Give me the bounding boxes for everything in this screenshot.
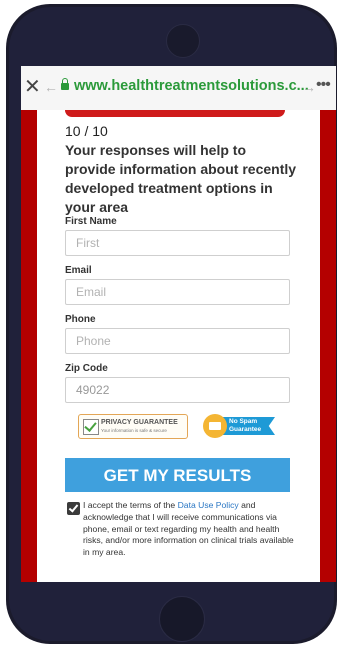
close-icon[interactable]: ✕ <box>24 77 41 97</box>
phone-screen: ✕ ← www.healthtreatmentsolutions.c... → … <box>21 66 336 582</box>
checkmark-icon <box>83 419 99 435</box>
no-spam-ribbon: No Spam Guarantee <box>223 417 275 435</box>
privacy-guarantee-subtitle: Your information is safe & secure <box>101 428 167 433</box>
back-arrow-icon[interactable]: ← <box>44 79 58 95</box>
page-side-border-left <box>21 110 37 582</box>
email-label: Email <box>65 265 92 276</box>
url-text[interactable]: www.healthtreatmentsolutions.c... <box>74 78 309 94</box>
lock-icon <box>61 78 69 90</box>
page-side-border-right <box>320 110 336 582</box>
phone-label: Phone <box>65 314 96 325</box>
privacy-guarantee-badge: PRIVACY GUARANTEE Your information is sa… <box>78 414 188 439</box>
forward-arrow-icon[interactable]: → <box>302 79 316 95</box>
more-icon[interactable]: ••• <box>316 76 331 94</box>
zip-code-label: Zip Code <box>65 363 108 374</box>
envelope-icon <box>209 422 221 430</box>
camera-icon <box>166 24 200 58</box>
zip-code-input[interactable] <box>65 377 290 403</box>
privacy-guarantee-title: PRIVACY GUARANTEE <box>101 419 178 426</box>
email-input[interactable] <box>65 279 290 305</box>
get-my-results-button[interactable]: GET MY RESULTS <box>65 458 290 492</box>
phone-input[interactable] <box>65 328 290 354</box>
progress-bar <box>65 110 285 117</box>
consent-text-before: I accept the terms of the <box>83 500 178 510</box>
first-name-label: First Name <box>65 216 117 227</box>
consent-text: I accept the terms of the Data Use Polic… <box>83 500 295 559</box>
browser-url-bar: ✕ ← www.healthtreatmentsolutions.c... → … <box>21 66 336 111</box>
no-spam-line2: Guarantee <box>229 426 262 433</box>
home-button[interactable] <box>159 596 205 642</box>
no-spam-line1: No Spam <box>229 418 258 425</box>
no-spam-badge: No Spam Guarantee <box>203 414 283 439</box>
data-use-policy-link[interactable]: Data Use Policy <box>178 500 239 510</box>
envelope-seal-icon <box>203 414 227 438</box>
first-name-input[interactable] <box>65 230 290 256</box>
form-card: 10 / 10 Your responses will help to prov… <box>37 110 320 582</box>
progress-text: 10 / 10 <box>65 123 108 139</box>
form-heading: Your responses will help to provide info… <box>65 142 297 215</box>
consent-checkbox[interactable] <box>67 502 80 515</box>
